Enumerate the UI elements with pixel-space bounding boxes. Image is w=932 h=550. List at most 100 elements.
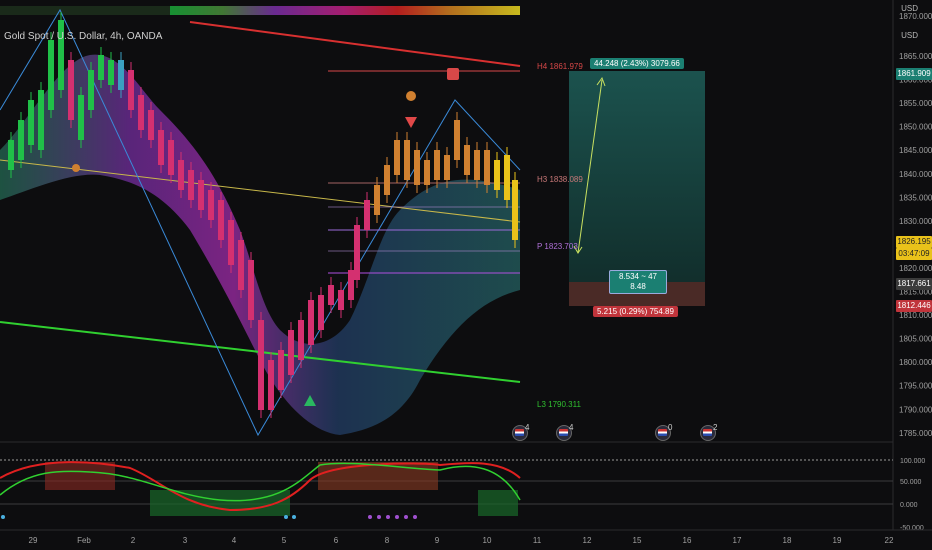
candle-body (198, 180, 204, 210)
candle-body (138, 95, 144, 130)
pivot-p-label: P 1823.703 (537, 242, 578, 251)
candle-body (268, 360, 274, 410)
osc-green-zone-1 (150, 490, 290, 516)
candle-body (158, 130, 164, 165)
price-tick: 1785.000 (899, 429, 932, 438)
target-zone[interactable] (569, 71, 705, 282)
osc-red-zone-1 (45, 462, 115, 490)
event-count: 4 (525, 423, 530, 432)
currency-label[interactable]: USD (901, 31, 918, 40)
time-tick: 10 (483, 536, 492, 545)
candle-body (384, 165, 390, 195)
time-tick: 18 (783, 536, 792, 545)
price-tick: 1850.000 (899, 123, 932, 132)
price-tag: 03:47:09 (896, 248, 932, 260)
resistance-trendline[interactable] (189, 21, 521, 67)
candle-body (374, 185, 380, 215)
candle-body (188, 170, 194, 200)
time-tick: 2 (131, 536, 136, 545)
bear-face-icon-2 (72, 164, 80, 172)
price-tick: 1795.000 (899, 382, 932, 391)
candle-body (108, 60, 114, 85)
ribbon-strip-left (0, 6, 170, 15)
time-tick: 16 (683, 536, 692, 545)
pivot-h4-label: H4 1861.979 (537, 62, 583, 71)
position-center-label: 8.534 ~ 47 8.48 (609, 270, 667, 294)
price-tick: 1830.000 (899, 217, 932, 226)
candle-body (354, 225, 360, 280)
economic-event-icon[interactable]: 2 (700, 423, 717, 441)
osc-tick: -50.000 (900, 525, 924, 532)
candle-body (178, 160, 184, 190)
economic-event-icon[interactable]: 0 (655, 423, 672, 441)
symbol-title[interactable]: Gold Spot / U.S. Dollar, 4h, OANDA (4, 31, 162, 42)
time-tick: 17 (733, 536, 742, 545)
us-flag-icon (559, 429, 568, 436)
stop-label: 5.215 (0.29%) 754.89 (593, 306, 678, 317)
osc-tick: 0.000 (900, 502, 918, 509)
candle-body (288, 330, 294, 375)
candle-body (454, 120, 460, 160)
time-tick: 4 (232, 536, 237, 545)
candle-body (484, 150, 490, 185)
time-tick: 11 (533, 536, 542, 545)
candle-body (18, 120, 24, 160)
price-tick: 1840.000 (899, 170, 932, 179)
time-tick: 6 (334, 536, 339, 545)
candle-body (348, 270, 354, 300)
time-tick: 12 (583, 536, 592, 545)
osc-tick: 100.000 (900, 458, 925, 465)
event-count: 0 (668, 423, 673, 432)
economic-event-icon[interactable]: 4 (512, 423, 529, 441)
price-tick: 1805.000 (899, 335, 932, 344)
candle-body (208, 190, 214, 220)
time-tick: 3 (183, 536, 188, 545)
price-tick: 1820.000 (899, 264, 932, 273)
warning-flag-icon (447, 68, 459, 80)
candle-body (504, 155, 510, 200)
price-chart[interactable]: 1870.000 1865.000 18 6 0.000 1855.000 1850.000… (0, 0, 932, 550)
time-tick: 19 (833, 536, 842, 545)
candle-body (434, 150, 440, 180)
osc-green-zone-2 (478, 490, 518, 516)
pivot-h3-label: H3 1838.089 (537, 175, 583, 184)
time-tick: 5 (282, 536, 287, 545)
time-tick: Feb (77, 536, 91, 545)
candle-body (258, 320, 264, 410)
economic-event-icon[interactable]: 4 (556, 423, 573, 441)
currency-label-top: USD (901, 4, 918, 13)
sell-signal-icon (405, 117, 417, 128)
time-tick: 22 (885, 536, 894, 545)
candle-body (168, 140, 174, 175)
candle-body (414, 150, 420, 185)
candle-body (394, 140, 400, 175)
center-line-1: 8.534 ~ 47 (618, 272, 658, 281)
price-tick: 1790.000 (899, 405, 932, 414)
candle-body (38, 90, 44, 150)
price-tick: 1835.000 (899, 193, 932, 202)
candle-body (318, 295, 324, 330)
candle-body (48, 40, 54, 110)
candle-body (78, 95, 84, 140)
candle-body (68, 60, 74, 120)
candle-body (424, 160, 430, 185)
candle-body (88, 70, 94, 110)
time-tick: 9 (435, 536, 440, 545)
time-tick: 29 (29, 536, 38, 545)
candle-body (218, 200, 224, 240)
price-tick: 1865.000 (899, 52, 932, 61)
candle-body (128, 70, 134, 110)
us-flag-icon (515, 429, 524, 436)
us-flag-icon (658, 429, 667, 436)
ribbon-strip (170, 6, 520, 15)
candle-body (338, 290, 344, 310)
price-tick: 1855.000 (899, 99, 932, 108)
candle-body (444, 155, 450, 180)
candle-body (248, 260, 254, 320)
candle-body (404, 140, 410, 180)
candle-body (364, 200, 370, 230)
bear-face-icon (406, 91, 416, 101)
event-count: 2 (713, 423, 718, 432)
candle-body (474, 150, 480, 180)
candle-body (298, 320, 304, 360)
